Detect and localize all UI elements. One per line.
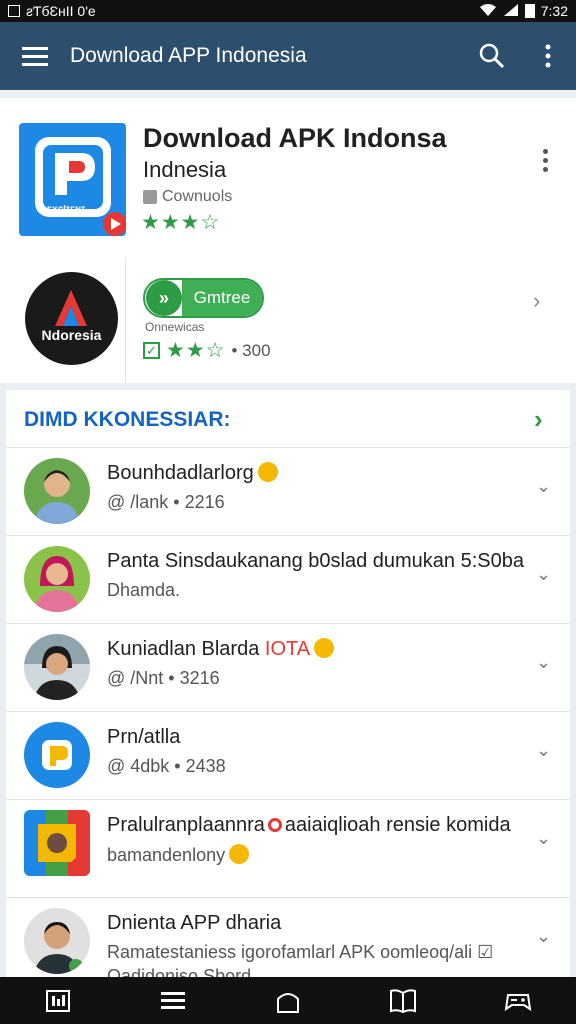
app-bar-title: Download APP Indonesia [70,44,307,67]
apps-icon [45,989,70,1012]
featured-card: ᴇxᴄƖɪᴇɴɪ Download APK Indonsa Indnesia C… [0,98,576,383]
app-icon [24,810,90,876]
avatar [24,458,90,524]
hamburger-menu-button[interactable] [0,22,70,90]
list-item-subtitle: @ /Nnt • 3216 [107,668,220,688]
play-arrow-icon: » [146,280,182,316]
home-icon [276,992,299,1013]
featured-app-title[interactable]: Download APK Indonsa [143,123,447,154]
featured-more-button[interactable] [530,140,560,180]
list-item-title: Pralulranplaannra aaiaiqlioah rensie komi… [107,814,511,836]
secondary-app-icon[interactable]: Ndoresia [25,272,118,365]
developer-name: Cownuols [162,188,233,205]
list-icon [160,991,185,1009]
menu-icon [22,47,48,66]
book-icon [390,988,417,1013]
sparkle-emoji-icon [257,462,278,482]
list-item-subtitle: @ /lank • 2216 [107,492,225,512]
list-item-title: Prn/atlla [107,726,181,748]
list-item[interactable]: Pralulranplaannra aaiaiqlioah rensie komi… [6,799,570,897]
app-bar: Download APP Indonesia [0,22,576,90]
featured-app-icon[interactable]: ᴇxᴄƖɪᴇɴɪ [19,123,127,236]
highlight-text: IOTA [264,638,311,660]
gamepad-icon [505,993,532,1011]
status-time: 7:32 [540,3,568,19]
nav-games-button[interactable] [493,981,543,1021]
secondary-icon-label: Ndoresia [41,327,102,343]
list-item[interactable]: Prn/atlla @ 4dbk • 2438 ⌄ [6,711,570,799]
nav-books-button[interactable] [378,981,428,1021]
secondary-rating: ✓ ★★☆ • 300 [143,338,271,363]
featured-list-section: DIMD KKONESSIAR: › Bounhdadlarlorg @ /la… [6,390,570,990]
signal-icon [503,3,519,20]
featured-app-subtitle: Indnesia [143,157,227,182]
list-item-subtitle: Dhamda. [107,580,181,600]
chevron-down-icon[interactable]: ⌄ [536,564,551,585]
list-item[interactable]: Kuniadlan Blarda IOTA @ /Nnt • 3216 ⌄ [6,623,570,711]
nav-home-button[interactable] [263,981,313,1021]
chevron-down-icon[interactable]: ⌄ [536,926,551,947]
avatar [24,908,90,974]
list-item-subtitle: Ramatestaniess igorofamlarl APK oomleoq/… [107,942,494,962]
avatar [24,546,90,612]
vertical-divider [125,258,126,383]
chevron-down-icon[interactable]: ⌄ [536,652,551,673]
list-item-title: Panta Sinsdaukanang b0slad dumukan 5:S0b… [107,550,524,572]
developer-icon [143,190,157,204]
list-item-title: Bounhdadlarlorg [107,462,278,485]
checkbox-icon: ✓ [143,342,160,359]
secondary-small-label: Onnewicas [145,320,205,334]
chevron-right-icon[interactable]: › [533,288,540,314]
nav-apps-button[interactable] [33,981,83,1021]
bottom-navigation [0,977,576,1024]
list-item-title: Kuniadlan Blarda IOTA [107,638,335,661]
install-button[interactable]: » Gmtree [143,278,264,318]
status-text: ƨƬбƐнΙΙ 0'e [26,3,96,19]
more-vert-icon [545,44,551,68]
featured-rating-stars: ★★★☆ [141,211,221,234]
featured-icon-label: ᴇxᴄƖɪᴇɴɪ [47,204,86,215]
laugh-emoji-icon [314,638,335,658]
status-bar: ƨƬбƐнΙΙ 0'e 7:32 [0,0,576,22]
chevron-down-icon[interactable]: ⌄ [536,740,551,761]
record-icon [267,818,282,832]
nav-list-button[interactable] [148,981,198,1021]
list-item-subtitle: bamandenlony [107,844,250,866]
smile-emoji-icon [229,844,250,864]
featured-app-developer: Cownuols [143,188,232,206]
list-item[interactable]: Panta Sinsdaukanang b0slad dumukan 5:S0b… [6,535,570,623]
secondary-stars: ★★☆ [166,339,226,362]
list-item-title: Dnienta APP dharia [107,912,282,934]
avatar [24,634,90,700]
chevron-down-icon[interactable]: ⌄ [536,476,551,497]
list-item-subtitle: @ 4dbk • 2438 [107,756,226,776]
gallery-notification-icon [8,5,20,17]
install-button-label: Gmtree [182,280,262,316]
chevron-down-icon[interactable]: ⌄ [536,828,551,849]
list-item[interactable]: Bounhdadlarlorg @ /lank • 2216 ⌄ [6,447,570,535]
wifi-icon [479,3,497,20]
search-button[interactable] [464,22,520,90]
section-title: DIMD KKONESSIAR: [24,408,231,431]
section-more-chevron-icon[interactable]: › [534,404,543,435]
battery-icon [524,4,535,18]
secondary-count: • 300 [231,340,271,360]
app-icon [24,722,90,788]
overflow-menu-button[interactable] [520,22,576,90]
search-icon [479,43,505,69]
